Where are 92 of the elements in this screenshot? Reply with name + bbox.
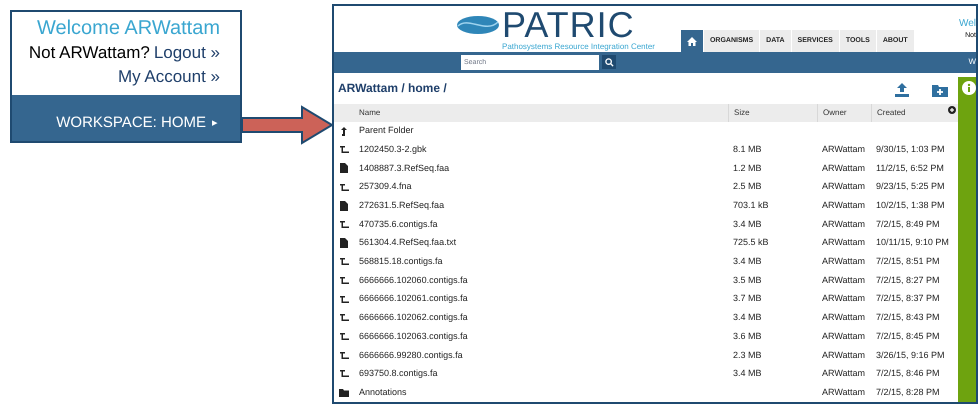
file-size: 3.4 MB bbox=[732, 218, 763, 231]
created-date: 7/2/15, 8:28 PM bbox=[875, 386, 941, 399]
contigs-icon bbox=[340, 333, 348, 340]
file-name: 1202450.3-2.gbk bbox=[358, 142, 428, 156]
breadcrumb-path[interactable]: ARWattam / home / bbox=[338, 78, 447, 97]
created-date: 9/30/15, 1:03 PM bbox=[875, 142, 946, 156]
file-owner: ARWattam bbox=[821, 367, 866, 380]
file-name: 257309.4.fna bbox=[358, 180, 413, 194]
file-name: 6666666.99280.contigs.fa bbox=[358, 348, 464, 362]
file-owner: ARWattam bbox=[821, 180, 866, 194]
my-account-link[interactable]: My Account » bbox=[118, 65, 220, 89]
file-owner: ARWattam bbox=[821, 311, 866, 324]
search-button[interactable] bbox=[602, 55, 616, 70]
file-name: 1408887.3.RefSeq.faa bbox=[358, 162, 450, 175]
file-owner: ARWattam bbox=[821, 274, 866, 287]
contigs-icon bbox=[340, 184, 348, 191]
file-size: 3.4 MB bbox=[732, 367, 763, 380]
column-header[interactable]: Owner bbox=[817, 104, 871, 122]
file-name: 272631.5.RefSeq.faa bbox=[358, 199, 446, 212]
file-size: 3.4 MB bbox=[732, 311, 763, 324]
file-size: 1.2 MB bbox=[732, 162, 763, 175]
file-name: 6666666.102063.contigs.fa bbox=[358, 330, 469, 343]
info-icon[interactable] bbox=[962, 80, 976, 95]
created-date: 7/2/15, 8:51 PM bbox=[875, 255, 941, 268]
not-user-text: Not ARWattam? bbox=[28, 42, 150, 64]
file-name: 6666666.102062.contigs.fa bbox=[358, 311, 469, 324]
created-date: 11/2/15, 6:52 PM bbox=[875, 162, 945, 175]
home-tab[interactable] bbox=[680, 30, 703, 52]
created-date: 7/2/15, 8:45 PM bbox=[875, 330, 941, 343]
contigs-icon bbox=[340, 146, 348, 154]
welcome-text: Wel bbox=[958, 17, 976, 31]
document-icon bbox=[340, 200, 348, 211]
file-size: 2.3 MB bbox=[732, 348, 763, 362]
created-date: 7/2/15, 8:37 PM bbox=[875, 292, 941, 306]
up-arrow-icon bbox=[341, 126, 347, 136]
patric-logo[interactable]: PATRIC Pathosystems Resource Integration Center bbox=[456, 6, 655, 52]
file-name: 568815.18.contigs.fa bbox=[358, 255, 444, 268]
file-owner: ARWattam bbox=[821, 142, 866, 156]
contigs-icon bbox=[340, 220, 348, 228]
file-size: 8.1 MB bbox=[732, 142, 763, 156]
file-name: 561304.4.RefSeq.faa.txt bbox=[358, 236, 458, 250]
upload-icon[interactable] bbox=[894, 82, 910, 98]
column-header[interactable]: Name bbox=[354, 106, 728, 119]
contigs-icon bbox=[340, 258, 348, 266]
bar-text: W bbox=[968, 56, 976, 68]
workspace-home-link[interactable]: WORKSPACE: HOME ▸ bbox=[12, 95, 240, 141]
file-owner: ARWattam bbox=[821, 386, 866, 399]
file-owner: ARWattam bbox=[821, 292, 866, 306]
file-name: 6666666.102061.contigs.fa bbox=[358, 292, 469, 306]
file-size: 703.1 kB bbox=[732, 199, 770, 212]
search-icon bbox=[604, 58, 614, 67]
add-column-icon[interactable] bbox=[948, 106, 956, 114]
contigs-icon bbox=[340, 352, 348, 359]
logout-link[interactable]: Logout » bbox=[154, 41, 220, 65]
file-name: 693750.8.contigs.fa bbox=[358, 367, 439, 380]
file-owner: ARWattam bbox=[821, 199, 866, 212]
document-icon bbox=[340, 238, 348, 248]
contigs-icon bbox=[340, 277, 348, 284]
contigs-icon bbox=[340, 370, 348, 378]
file-size: 3.5 MB bbox=[732, 274, 763, 287]
created-date: 10/2/15, 1:38 PM bbox=[875, 199, 946, 212]
file-owner: ARWattam bbox=[821, 348, 866, 362]
created-date: 3/26/15, 9:16 PM bbox=[875, 348, 946, 362]
created-date: 10/11/15, 9:10 PM bbox=[875, 236, 950, 250]
new-folder-icon[interactable] bbox=[932, 82, 948, 97]
file-size: 3.6 MB bbox=[732, 330, 763, 343]
column-header[interactable]: Size bbox=[728, 104, 817, 122]
file-owner: ARWattam bbox=[821, 236, 866, 250]
folder-icon bbox=[339, 388, 349, 397]
file-owner: ARWattam bbox=[821, 330, 866, 343]
home-icon bbox=[686, 36, 697, 46]
created-date: 7/2/15, 8:46 PM bbox=[875, 367, 941, 380]
document-icon bbox=[340, 163, 348, 174]
file-owner: ARWattam bbox=[821, 162, 866, 175]
created-date: 9/23/15, 5:25 PM bbox=[875, 180, 946, 194]
file-size: 3.7 MB bbox=[732, 292, 763, 306]
contigs-icon bbox=[340, 314, 348, 322]
swoosh-icon bbox=[456, 14, 500, 36]
file-size: 2.5 MB bbox=[732, 180, 763, 194]
file-size: 725.5 kB bbox=[732, 236, 770, 250]
file-size: 3.4 MB bbox=[732, 255, 763, 268]
contigs-icon bbox=[340, 296, 348, 303]
created-date: 7/2/15, 8:27 PM bbox=[875, 274, 941, 287]
created-date: 7/2/15, 8:49 PM bbox=[875, 218, 941, 231]
file-owner: ARWattam bbox=[821, 255, 866, 268]
created-date: 7/2/15, 8:43 PM bbox=[875, 311, 941, 324]
file-name: 6666666.102060.contigs.fa bbox=[358, 274, 469, 287]
file-name: Parent Folder bbox=[358, 124, 415, 138]
file-name: Annotations bbox=[358, 386, 408, 399]
welcome-heading: Welcome ARWattam bbox=[36, 16, 220, 41]
file-owner: ARWattam bbox=[821, 218, 866, 231]
file-name: 470735.6.contigs.fa bbox=[358, 218, 439, 231]
